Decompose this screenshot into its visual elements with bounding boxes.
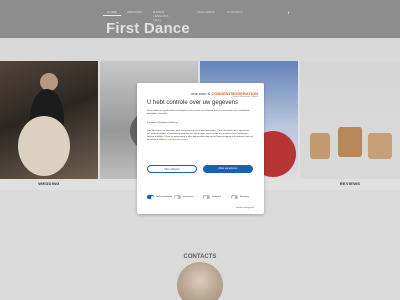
accept-all-button[interactable]: Alles accepteren [203,165,253,173]
consent-title: U hebt controle over uw gegevens [147,100,239,106]
consent-brand-subtitle: Consent Moderation Platform [231,96,258,98]
toggle-switch[interactable] [231,195,238,199]
toggle-functional[interactable]: Functioneel [174,195,193,199]
consent-toggles: Strikt noodzakelijk Functioneel Statisti… [147,195,257,203]
consent-intro-text: Onze website en wij gebruiken technologi… [147,110,250,115]
toggle-statistics[interactable]: Statistisch [203,195,221,199]
toggle-strictly-necessary[interactable]: Strikt noodzakelijk [147,195,172,199]
consent-purposes-text: Functioneel, Statistisch, Marketing [147,122,178,124]
consent-body-text: Door 'Accepteren' te selecteren, geeft u… [147,130,253,141]
toggle-switch[interactable] [147,195,154,199]
toggle-marketing[interactable]: Marketing [231,195,249,199]
consent-dialog: one.com & CONSENTMODERATION Consent Mode… [137,83,264,214]
reject-all-button[interactable]: Alles afwijzen [147,165,197,173]
toggle-switch[interactable] [174,195,181,199]
show-details-link[interactable]: Details weergeven [236,207,254,209]
learn-more-link[interactable]: Lees meer over cookies [167,139,188,141]
toggle-switch[interactable] [203,195,210,199]
